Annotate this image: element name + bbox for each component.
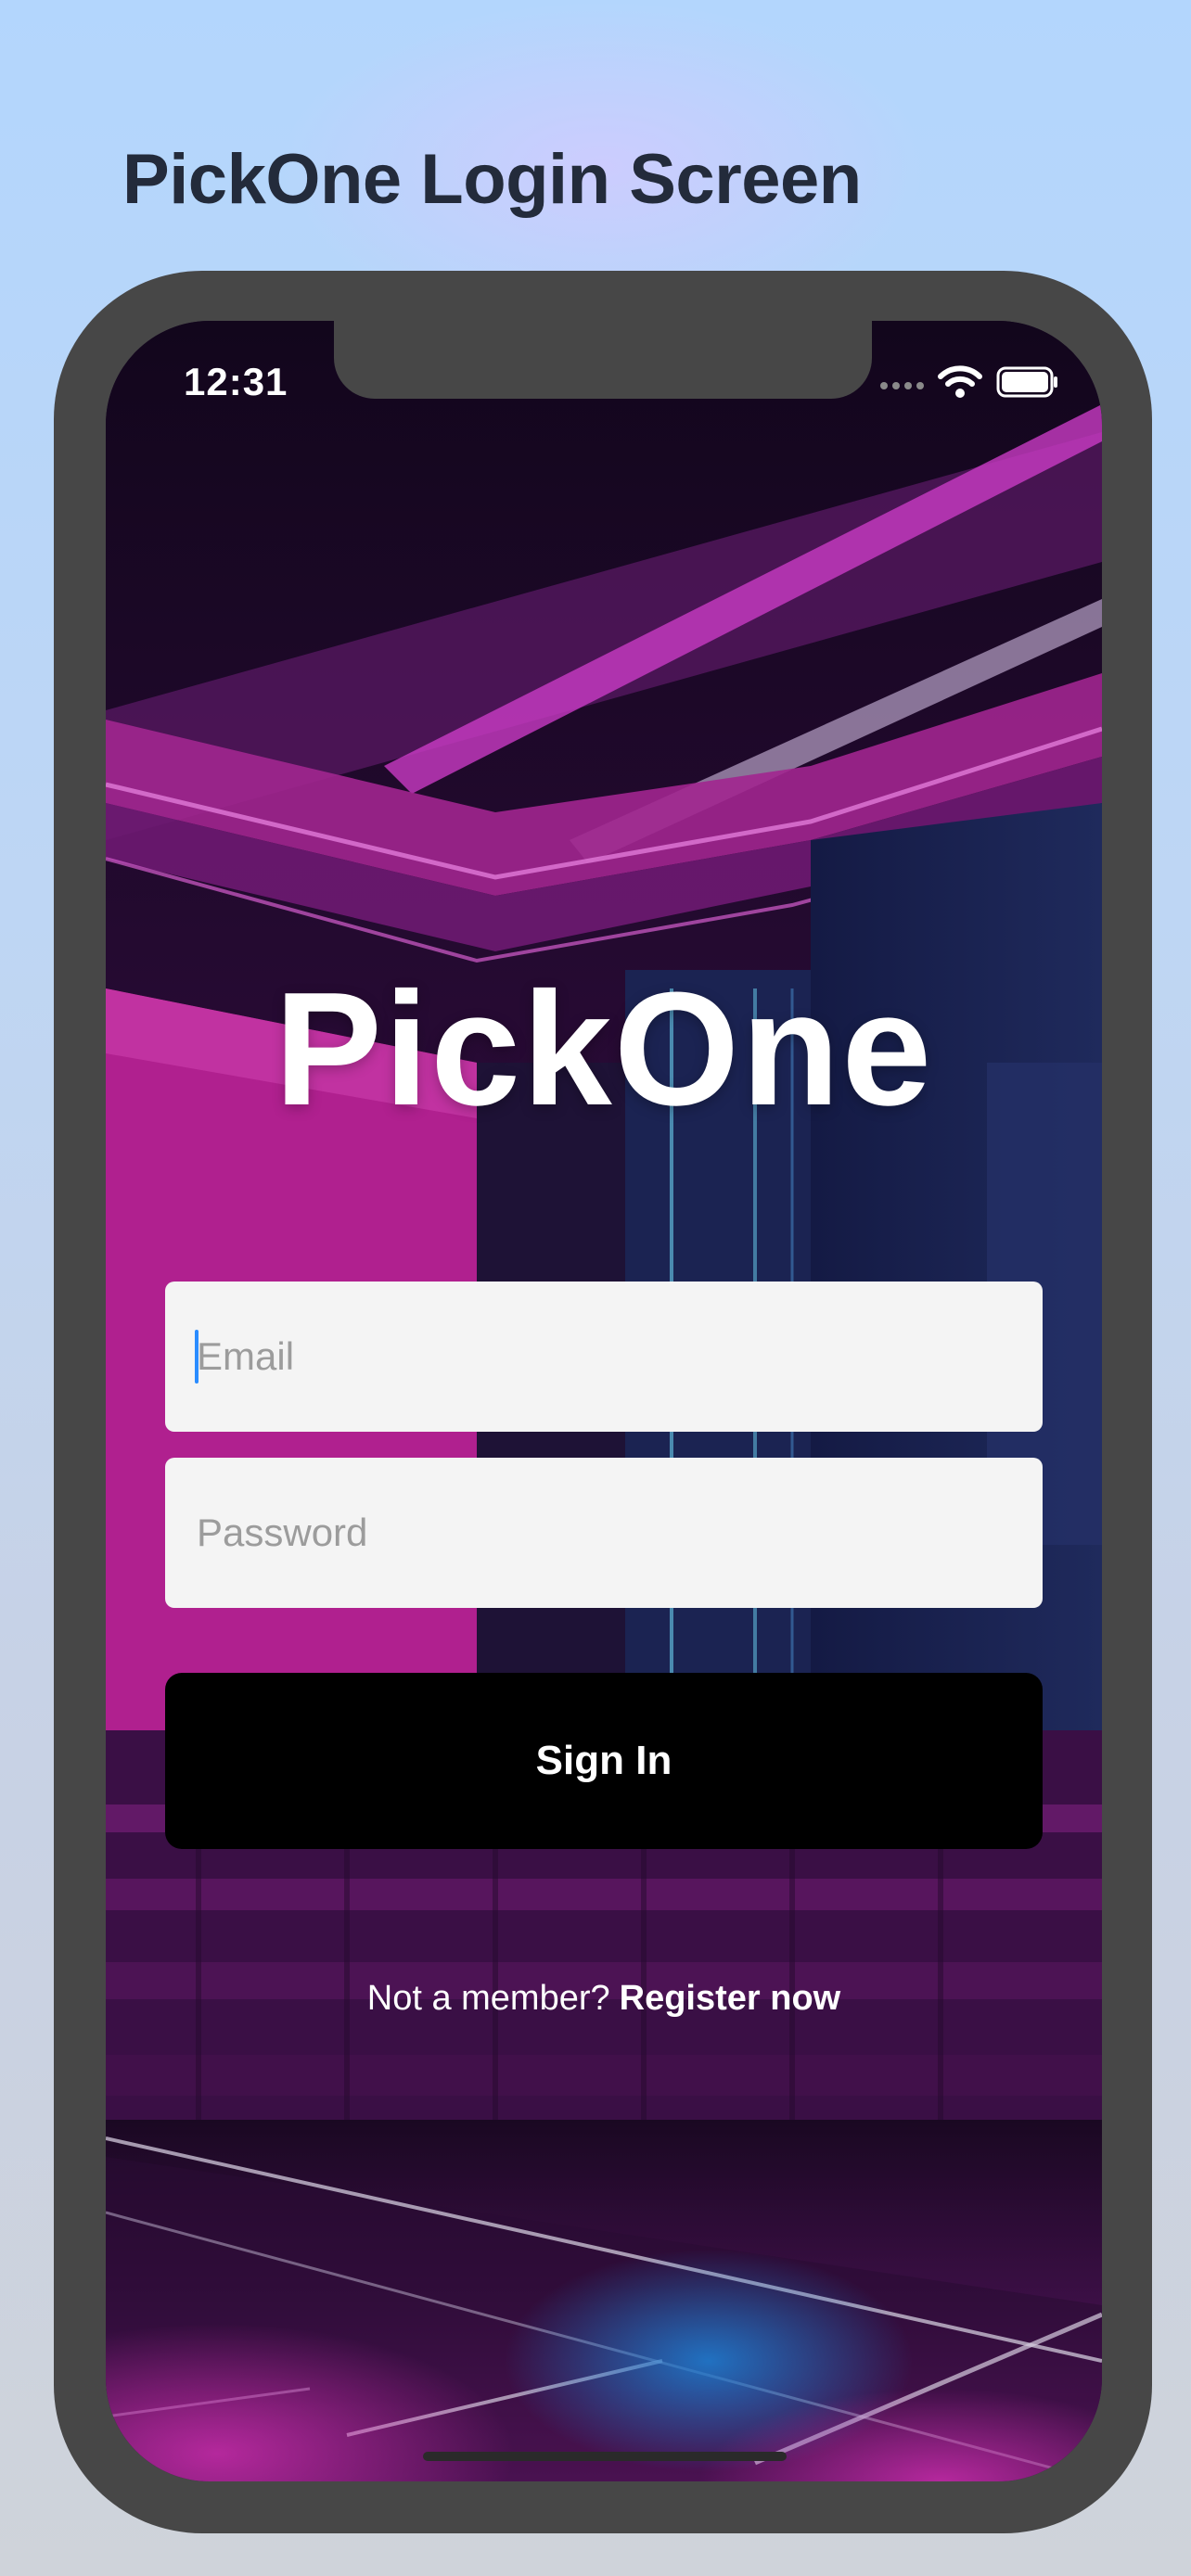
signal-dots-icon	[880, 382, 924, 389]
email-input[interactable]	[165, 1282, 1043, 1432]
battery-icon	[996, 366, 1057, 398]
phone-notch	[334, 321, 872, 399]
register-now-link[interactable]: Register now	[620, 1979, 841, 2018]
text-caret	[195, 1330, 198, 1384]
register-prompt-text: Not a member?	[366, 1979, 610, 2018]
home-indicator[interactable]	[423, 2452, 787, 2461]
password-input[interactable]	[165, 1458, 1043, 1608]
sign-in-button[interactable]: Sign In	[165, 1673, 1043, 1849]
status-time: 12:31	[184, 360, 288, 403]
wifi-icon	[938, 365, 982, 398]
page-title: PickOne Login Screen	[122, 140, 862, 219]
register-prompt-row: Not a member? Register now	[106, 1979, 1102, 2019]
app-brand-title: PickOne	[274, 958, 934, 1139]
